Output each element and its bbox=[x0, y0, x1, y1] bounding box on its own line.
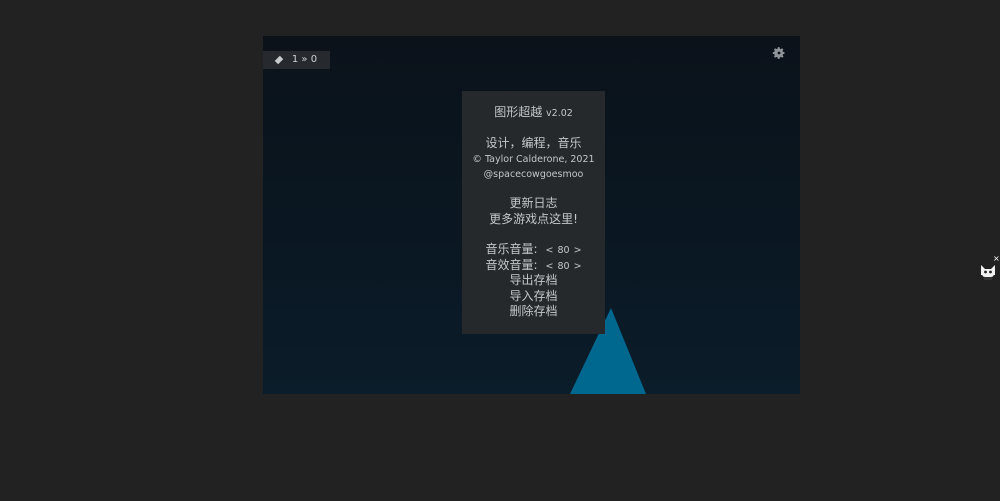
diamond-icon bbox=[274, 55, 284, 65]
game-canvas[interactable]: 1 » 0 图形超越 v2.02 设计，编程，音乐 © Taylor Calde… bbox=[263, 36, 800, 394]
sfx-volume-label: 音效音量: bbox=[485, 258, 538, 272]
copyright-line: © Taylor Calderone, 2021 bbox=[472, 154, 595, 165]
game-title: 图形超越 bbox=[494, 105, 543, 119]
author-handle-link[interactable]: @spacecowgoesmoo bbox=[462, 167, 605, 183]
page: 1 » 0 图形超越 v2.02 设计，编程，音乐 © Taylor Calde… bbox=[0, 0, 1000, 501]
gear-icon[interactable] bbox=[772, 46, 786, 60]
main-menu: 图形超越 v2.02 设计，编程，音乐 © Taylor Calderone, … bbox=[462, 91, 605, 334]
music-volume-label: 音乐音量: bbox=[485, 242, 538, 256]
score-badge: 1 » 0 bbox=[263, 51, 330, 69]
import-save-button[interactable]: 导入存档 bbox=[462, 288, 605, 304]
menu-title-row: 图形超越 v2.02 bbox=[462, 104, 605, 122]
cat-widget-close-button[interactable]: × bbox=[993, 255, 1000, 263]
more-games-link[interactable]: 更多游戏点这里! bbox=[462, 211, 605, 227]
changelog-link[interactable]: 更新日志 bbox=[462, 195, 605, 211]
game-version: v2.02 bbox=[546, 108, 573, 119]
export-save-button[interactable]: 导出存档 bbox=[462, 272, 605, 288]
delete-save-button[interactable]: 删除存档 bbox=[462, 303, 605, 319]
score-text: 1 » 0 bbox=[291, 54, 318, 65]
cat-face-icon[interactable] bbox=[979, 261, 997, 281]
credits-line: 设计，编程，音乐 bbox=[485, 136, 582, 150]
